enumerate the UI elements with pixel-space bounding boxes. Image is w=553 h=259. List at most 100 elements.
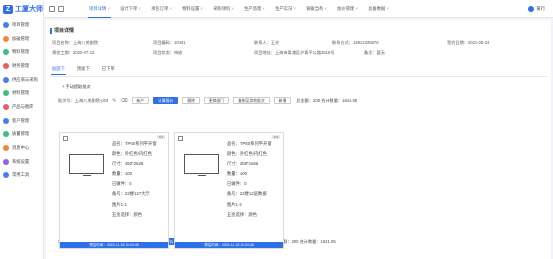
card-field: 数量：100 xyxy=(227,171,248,177)
sidebar-item[interactable]: 客户管理 xyxy=(0,114,43,128)
sidebar-item-label: 项目管理 xyxy=(12,21,30,27)
card-field: 已做件：0 xyxy=(112,181,132,187)
project-remark: 备注：暂无 xyxy=(364,50,385,55)
sidebar-item[interactable]: 项目管理 xyxy=(0,18,43,32)
batch-label: 批次号：上海八关剧院-p03 xyxy=(58,97,109,103)
more-icon[interactable]: ••• xyxy=(157,135,165,139)
batch-button[interactable]: 新产 xyxy=(131,97,150,104)
close-icon[interactable]: × xyxy=(231,6,234,11)
sidebar-item-label: 材料管理 xyxy=(12,90,30,96)
sidebar-item-label: 质量管理 xyxy=(12,131,30,137)
sub-tab[interactable]: 预面下 xyxy=(77,66,90,72)
close-icon[interactable]: × xyxy=(200,6,203,11)
batch-button[interactable]: 复制至其他批次 xyxy=(233,97,270,104)
top-tab-label: 承包订单 xyxy=(151,5,169,11)
close-icon[interactable]: × xyxy=(386,6,389,11)
logo-icon: Z xyxy=(3,4,13,14)
app-name: 工厦大师 xyxy=(15,6,43,13)
refresh-icon[interactable] xyxy=(49,5,55,12)
sidebar-item-label: 财务管理 xyxy=(12,62,30,68)
close-icon[interactable]: × xyxy=(138,6,141,11)
sidebar-item[interactable]: 产品与图库 xyxy=(0,100,43,114)
sidebar-item[interactable]: 供应商与采购 xyxy=(0,73,43,87)
sidebar-item-icon xyxy=(3,21,9,28)
sidebar-item-label: 产品与图库 xyxy=(12,103,34,109)
card-field: 品名：TP60系列平开窗 xyxy=(112,141,157,146)
sidebar-item[interactable]: 加破管理 xyxy=(0,32,43,46)
top-tab[interactable]: 设计下单× xyxy=(115,6,146,12)
manual-extract-button[interactable]: + 手动提取批次 xyxy=(62,84,91,90)
sidebar-item[interactable]: 材料管理 xyxy=(0,86,43,100)
delete-icon[interactable]: ⌫ xyxy=(120,98,127,104)
top-tab[interactable]: 项目详情× xyxy=(84,5,115,18)
edit-icon[interactable]: ✎ xyxy=(112,98,116,104)
close-icon[interactable]: × xyxy=(324,6,327,11)
sidebar-item-label: 加破管理 xyxy=(12,35,30,41)
top-tab[interactable]: 调拨当务× xyxy=(301,6,332,12)
title-marker xyxy=(50,27,52,34)
card-fields: 品名：TP60系列平开窗 颜色：外红色/内红色 尺寸：450*2628 数量：100 已… xyxy=(112,141,157,222)
sidebar-item[interactable]: 系统设置 xyxy=(0,155,43,169)
sidebar-item[interactable]: 消息中心 xyxy=(0,141,43,155)
top-tab[interactable]: 加价管理× xyxy=(332,6,363,12)
close-icon[interactable]: × xyxy=(262,6,265,11)
product-card[interactable]: ••• 品名：TP60系列平开窗 颜色：外红色/内红色 尺寸：450*2628 数量：1… xyxy=(59,132,169,249)
sidebar-item-icon xyxy=(3,35,9,42)
sidebar-item[interactable]: 常用工具 xyxy=(0,169,43,183)
top-tab-label: 项目详情 xyxy=(89,5,107,11)
sidebar-item-label: 物料管理 xyxy=(12,49,30,55)
sub-tab[interactable]: 已下单 xyxy=(102,66,115,72)
home-icon[interactable] xyxy=(58,5,64,12)
batch-stats: 总金额：200 合计数量：1641.05 xyxy=(296,97,358,103)
user-name: 某行 xyxy=(536,6,545,11)
page-title-text: 项目详情 xyxy=(54,28,75,34)
close-icon[interactable]: × xyxy=(107,6,110,11)
sidebar-item[interactable]: 质量管理 xyxy=(0,128,43,142)
sub-tab[interactable]: 加面下 xyxy=(51,66,66,75)
sidebar-item-icon xyxy=(3,145,9,152)
batch-button[interactable]: 新增 xyxy=(273,97,292,104)
app-root: Z 工厦大师 项目管理加破管理物料管理财务管理供应商与采购 材料管理产品与图库客户… xyxy=(0,0,553,259)
more-icon[interactable]: ••• xyxy=(272,135,280,139)
top-tab[interactable]: 总备数据× xyxy=(363,6,394,12)
close-icon[interactable]: × xyxy=(293,6,296,11)
top-tab[interactable]: 承包订单× xyxy=(146,6,177,12)
top-tab[interactable]: 采购领料× xyxy=(208,6,239,12)
user-menu[interactable]: 某行 xyxy=(528,6,545,12)
sidebar-item-icon xyxy=(3,49,9,56)
card-footer: 预估时间：2024-11-18 11:04:48 xyxy=(175,242,283,248)
top-tab-label: 生产监理 xyxy=(244,5,262,11)
top-tab[interactable]: 生产实况× xyxy=(270,6,301,12)
sign-date: 签约日期：2021-05-24 xyxy=(447,40,490,45)
contact-person: 联系人：王亦 xyxy=(254,40,280,45)
top-tab-label: 生产实况 xyxy=(275,5,293,11)
sidebar-item-icon xyxy=(3,103,9,110)
sidebar-item[interactable]: 财务管理 xyxy=(0,59,43,73)
card-checkbox[interactable] xyxy=(63,136,68,141)
card-field: 数量：100 xyxy=(112,171,133,177)
close-icon[interactable]: × xyxy=(355,6,358,11)
sidebar-item-icon xyxy=(3,90,9,97)
card-field: 尺寸：258*1666 xyxy=(227,161,259,167)
card-field: 品名：TP60系列平开窗 xyxy=(227,141,272,146)
batch-button[interactable]: 计算报价 xyxy=(153,97,179,104)
card-field: 已做件：0 xyxy=(227,181,247,187)
card-field: 图片1-2 xyxy=(112,201,127,207)
page-title: 项目详情 xyxy=(50,27,74,34)
close-icon[interactable]: × xyxy=(169,6,172,11)
top-tab[interactable]: 生产监理× xyxy=(239,6,270,12)
top-tab[interactable]: 物料设置× xyxy=(177,6,208,12)
card-field: 备号：22楼127大厅 xyxy=(112,191,150,197)
sidebar-item[interactable]: 物料管理 xyxy=(0,45,43,59)
sidebar-item-label: 供应商与采购 xyxy=(12,76,38,82)
card-field: 五金选择：颜色 xyxy=(112,211,143,217)
product-card[interactable]: ••• 品名：TP60系列平开窗 颜色：外红色/内红色 尺寸：258*1666 数量：1… xyxy=(174,132,284,249)
top-tab-label: 加价管理 xyxy=(337,5,355,11)
app-logo[interactable]: Z 工厦大师 xyxy=(0,0,43,18)
batch-button[interactable]: 更换部门 xyxy=(203,97,230,104)
sidebar-item-icon xyxy=(3,76,9,83)
batch-button[interactable]: 删除 xyxy=(182,97,200,104)
card-checkbox[interactable] xyxy=(178,136,183,141)
card-field: 颜色：外红色/内红色 xyxy=(227,151,267,157)
window-thumbnail xyxy=(69,154,104,176)
